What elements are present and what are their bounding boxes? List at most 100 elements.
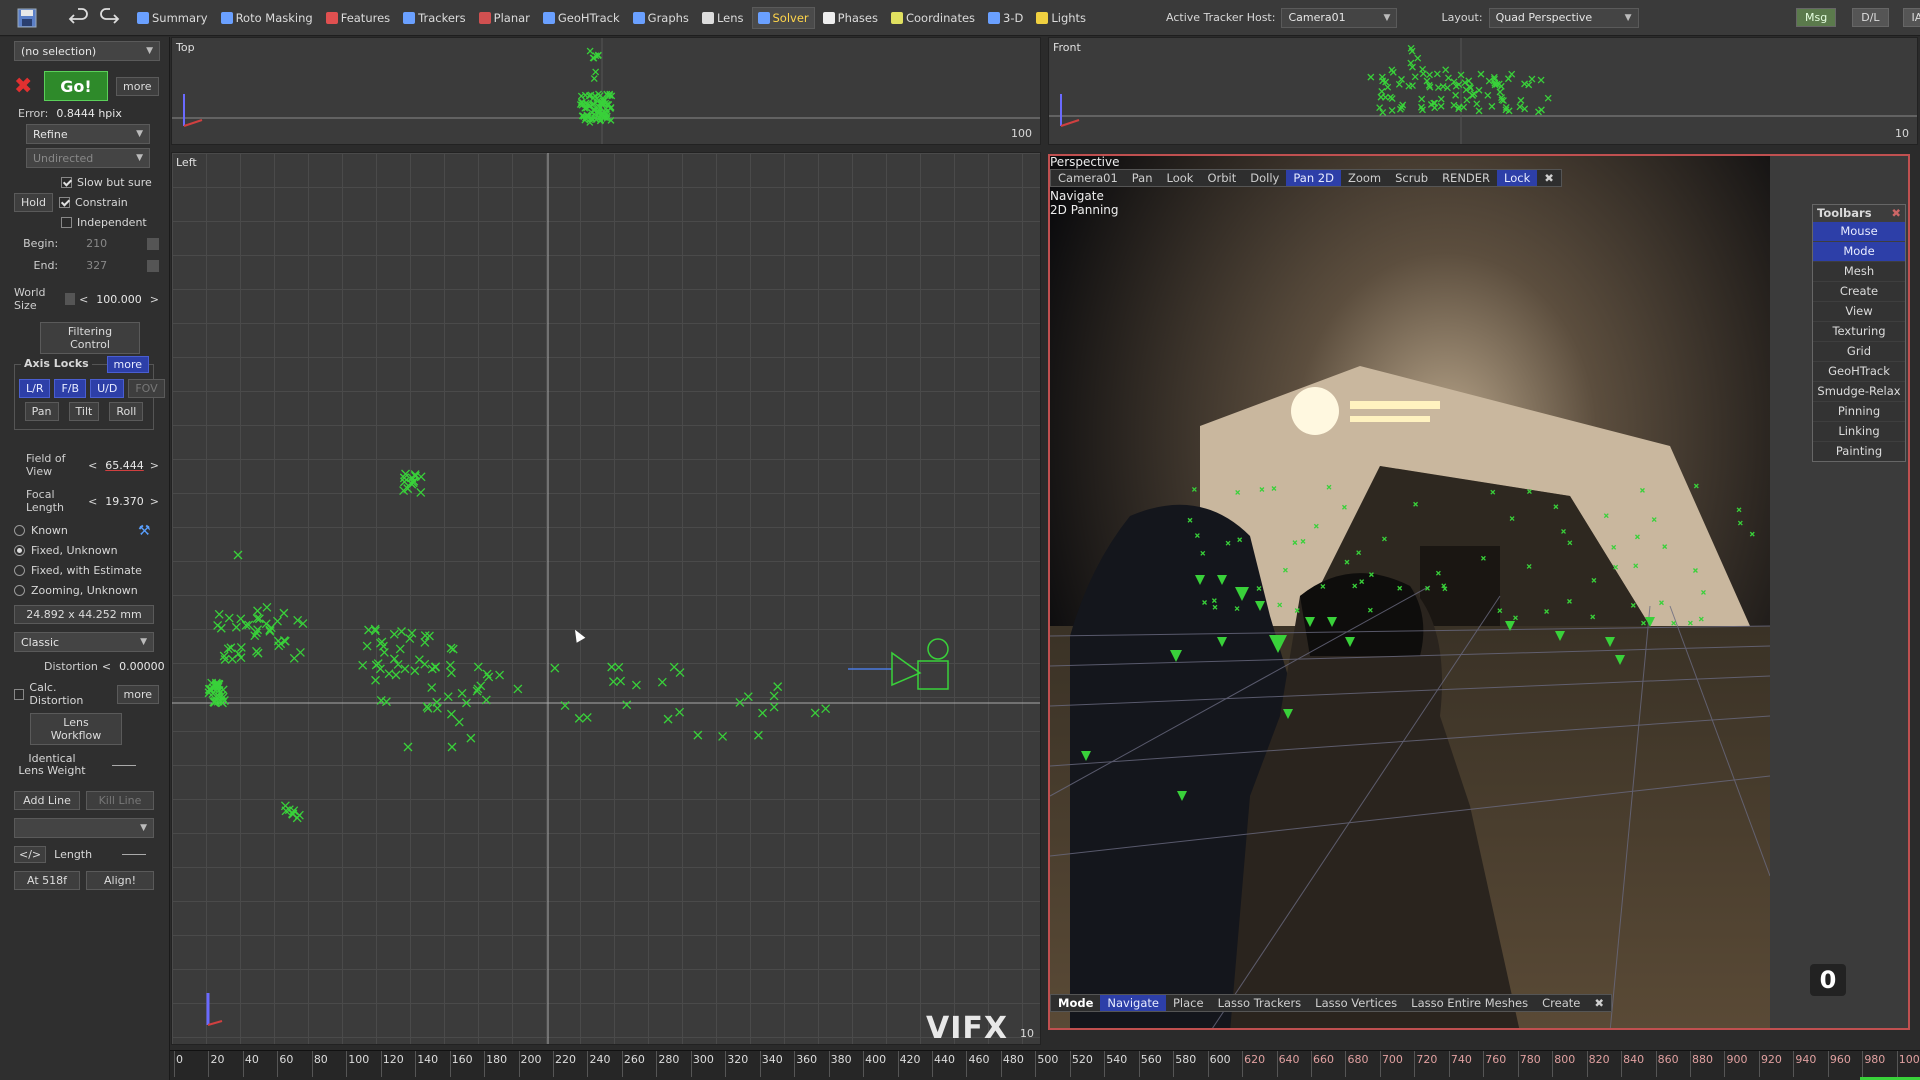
constrain-checkbox[interactable] bbox=[59, 197, 71, 208]
begin-lock[interactable] bbox=[147, 237, 159, 250]
close-icon[interactable]: ✖ bbox=[1537, 170, 1561, 186]
tab-phases[interactable]: Phases bbox=[818, 8, 883, 28]
known-radio[interactable] bbox=[14, 525, 25, 536]
selection-select[interactable]: (no selection) ▼ bbox=[14, 41, 160, 61]
focal-length-value[interactable]: 19.370 bbox=[105, 495, 144, 508]
tracker-marker[interactable] bbox=[484, 672, 494, 682]
toolbar-toggle-geohtrack[interactable]: GeoHTrack bbox=[1813, 361, 1905, 381]
timeline-bar[interactable]: 0 20 40 60 80 100 120 140 160 180 200 220 240 260 280 3… bbox=[170, 1050, 1920, 1080]
increment-icon[interactable]: > bbox=[150, 495, 159, 508]
tracker-marker[interactable] bbox=[1411, 73, 1419, 81]
tracker-marker[interactable] bbox=[1434, 84, 1442, 92]
mode-tool-lasso-vertices[interactable]: Lasso Vertices bbox=[1308, 995, 1404, 1011]
tracker-marker[interactable] bbox=[1437, 102, 1445, 110]
mode-tool-lasso-entire-meshes[interactable]: Lasso Entire Meshes bbox=[1404, 995, 1535, 1011]
tracker-marker[interactable] bbox=[657, 677, 667, 687]
end-value[interactable]: 327 bbox=[86, 259, 135, 272]
tracker-marker[interactable] bbox=[1444, 74, 1452, 82]
tracker-marker[interactable] bbox=[395, 644, 405, 654]
tracker-marker[interactable] bbox=[1475, 86, 1483, 94]
slow-but-sure-checkbox[interactable] bbox=[61, 177, 72, 188]
align-button[interactable]: Align! bbox=[86, 871, 154, 890]
tracker-marker[interactable] bbox=[758, 708, 768, 718]
tracker-marker[interactable] bbox=[693, 730, 703, 740]
tracker-marker[interactable] bbox=[821, 704, 831, 714]
tracker-marker[interactable] bbox=[1442, 66, 1450, 74]
mouse-tool-scrub[interactable]: Scrub bbox=[1388, 170, 1435, 186]
layout-select[interactable]: Quad Perspective ▼ bbox=[1488, 7, 1639, 28]
tracker-marker[interactable] bbox=[669, 662, 679, 672]
ud-lock-button[interactable]: U/D bbox=[90, 379, 125, 398]
mouse-tool-render[interactable]: RENDER bbox=[1435, 170, 1497, 186]
tab-features[interactable]: Features bbox=[321, 8, 395, 28]
tracker-marker[interactable] bbox=[608, 677, 618, 687]
fixed-estimate-radio[interactable] bbox=[14, 565, 25, 576]
calc-distortion-checkbox[interactable] bbox=[14, 688, 25, 700]
tracker-marker[interactable] bbox=[295, 648, 305, 657]
tracker-marker[interactable] bbox=[1437, 95, 1445, 103]
line-select[interactable]: ▼ bbox=[14, 818, 154, 838]
tracker-marker[interactable] bbox=[280, 801, 290, 811]
tracker-marker[interactable] bbox=[384, 669, 394, 679]
tracker-marker[interactable] bbox=[1475, 107, 1483, 115]
add-line-button[interactable]: Add Line bbox=[14, 791, 80, 810]
toolbar-toggle-pinning[interactable]: Pinning bbox=[1813, 401, 1905, 421]
tracker-marker[interactable] bbox=[236, 614, 246, 624]
mouse-tool-orbit[interactable]: Orbit bbox=[1200, 170, 1243, 186]
tracker-marker[interactable] bbox=[810, 708, 820, 718]
tracker-marker[interactable] bbox=[424, 631, 434, 641]
end-lock[interactable] bbox=[147, 259, 159, 272]
tab-3-d[interactable]: 3-D bbox=[983, 8, 1028, 28]
begin-value[interactable]: 210 bbox=[86, 237, 135, 250]
tracker-marker[interactable] bbox=[1477, 70, 1485, 78]
tracker-marker[interactable] bbox=[432, 703, 442, 713]
tracker-marker[interactable] bbox=[1430, 99, 1438, 107]
tracker-marker[interactable] bbox=[1419, 65, 1427, 73]
tracker-marker[interactable] bbox=[1433, 70, 1441, 78]
decrement-icon[interactable]: < bbox=[88, 459, 97, 472]
tracker-marker[interactable] bbox=[1460, 103, 1468, 111]
tracker-marker[interactable] bbox=[457, 688, 467, 698]
front-viewport[interactable]: Front 10 bbox=[1048, 37, 1918, 145]
close-icon[interactable]: ✖ bbox=[1891, 206, 1901, 220]
tracker-marker[interactable] bbox=[631, 680, 641, 690]
mouse-tool-pan[interactable]: Pan bbox=[1125, 170, 1160, 186]
tracker-marker[interactable] bbox=[466, 733, 476, 743]
tracker-marker[interactable] bbox=[1367, 73, 1375, 81]
length-value[interactable] bbox=[122, 854, 147, 855]
tracker-marker[interactable] bbox=[582, 712, 592, 722]
undo-icon[interactable] bbox=[64, 3, 94, 33]
toolbar-toggle-linking[interactable]: Linking bbox=[1813, 421, 1905, 441]
tracker-marker[interactable] bbox=[1384, 83, 1392, 91]
tracker-marker[interactable] bbox=[495, 670, 505, 680]
tracker-marker[interactable] bbox=[590, 75, 598, 83]
tracker-marker[interactable] bbox=[607, 662, 617, 672]
independent-checkbox[interactable] bbox=[61, 217, 72, 228]
tracker-marker[interactable] bbox=[735, 697, 745, 707]
tracker-marker[interactable] bbox=[482, 669, 492, 679]
tracker-marker[interactable] bbox=[1473, 100, 1481, 108]
toolbar-toggle-mode[interactable]: Mode bbox=[1813, 241, 1905, 261]
tracker-marker[interactable] bbox=[1452, 91, 1460, 99]
toolbar-toggle-mouse[interactable]: Mouse bbox=[1813, 221, 1905, 241]
tracker-marker[interactable] bbox=[214, 609, 224, 619]
fb-lock-button[interactable]: F/B bbox=[54, 379, 87, 398]
tracker-marker[interactable] bbox=[616, 676, 626, 686]
mouse-tool-lock[interactable]: Lock bbox=[1497, 170, 1538, 186]
lens-weight-slider[interactable] bbox=[112, 764, 136, 766]
tracker-marker[interactable] bbox=[1496, 88, 1504, 96]
refine-select[interactable]: Refine ▼ bbox=[26, 124, 150, 144]
tracker-marker[interactable] bbox=[1426, 71, 1433, 79]
mode-tool-lasso-trackers[interactable]: Lasso Trackers bbox=[1211, 995, 1309, 1011]
tracker-marker[interactable] bbox=[233, 550, 243, 560]
ia-button[interactable]: IA bbox=[1902, 8, 1920, 27]
tab-lights[interactable]: Lights bbox=[1031, 8, 1091, 28]
tracker-marker[interactable] bbox=[1484, 91, 1492, 99]
tracker-marker[interactable] bbox=[1521, 80, 1529, 88]
distortion-more-button[interactable]: more bbox=[116, 684, 159, 704]
save-icon[interactable] bbox=[12, 3, 42, 33]
tracker-marker[interactable] bbox=[253, 606, 262, 616]
front-viewport-canvas[interactable] bbox=[1049, 38, 1918, 145]
tracker-marker[interactable] bbox=[1382, 93, 1389, 101]
tracker-marker[interactable] bbox=[403, 742, 413, 752]
